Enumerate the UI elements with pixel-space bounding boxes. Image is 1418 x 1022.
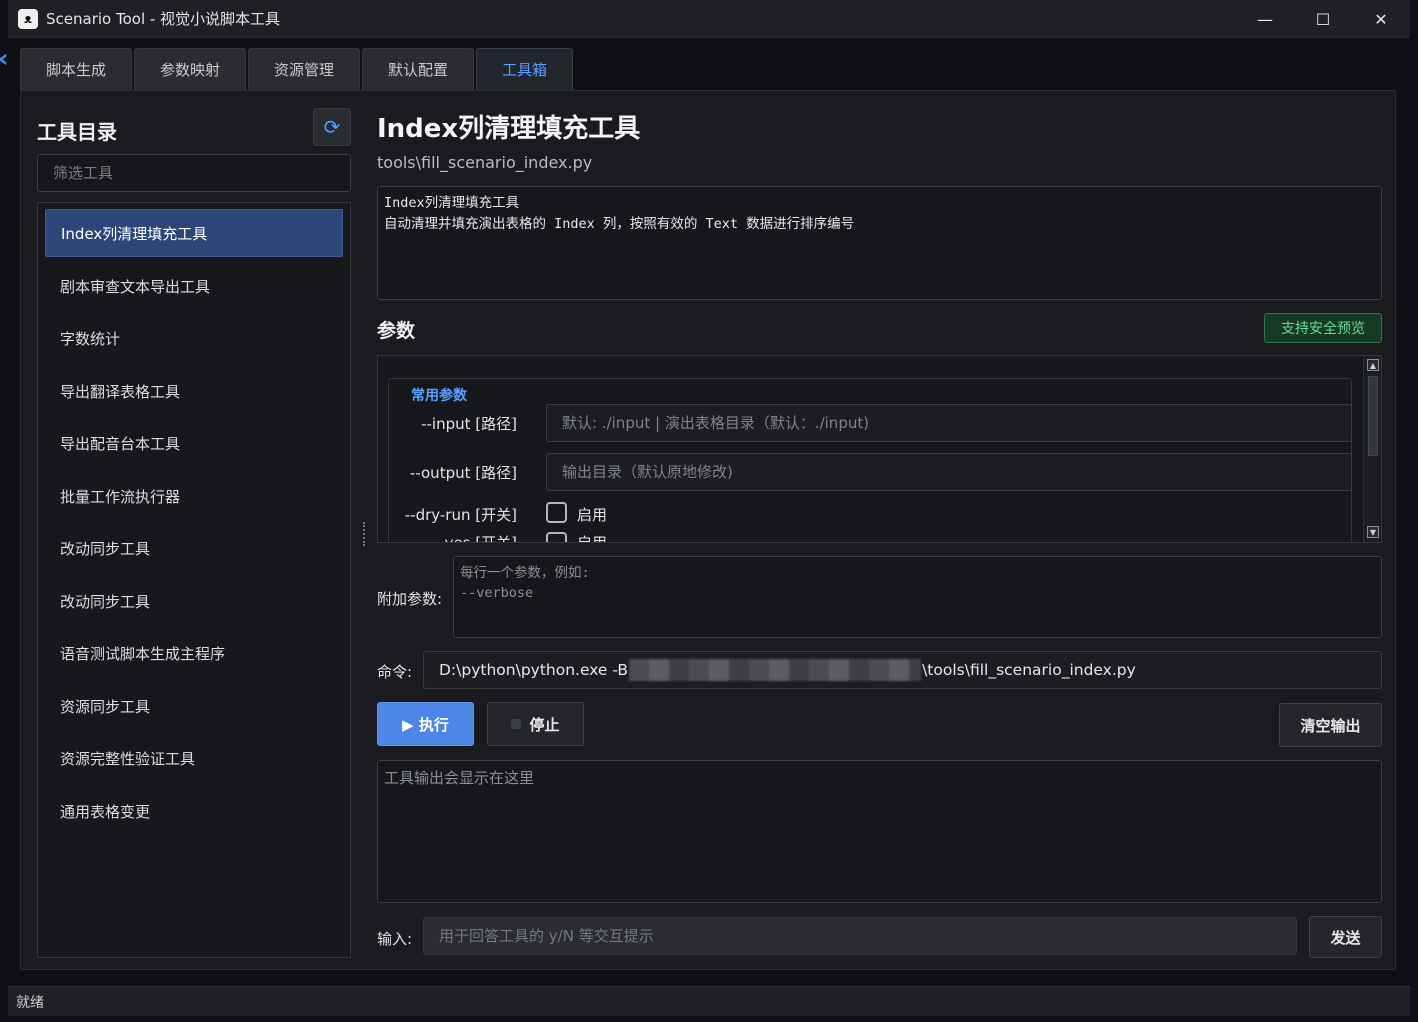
output-param-label: --output [路径]: [409, 464, 517, 482]
tool-item-index-fill[interactable]: Index列清理填充工具: [45, 209, 343, 257]
tab-resource-mgmt[interactable]: 资源管理: [248, 48, 361, 90]
tool-title: Index列清理填充工具: [377, 114, 641, 144]
minimize-button[interactable]: —: [1236, 0, 1294, 38]
yes-checkbox[interactable]: [546, 532, 567, 542]
tool-directory-panel: 工具目录 ⟳ Index列清理填充工具 剧本审查文本导出工具 字数统计 导出翻译…: [37, 106, 351, 958]
scroll-down-icon[interactable]: ▼: [1367, 526, 1379, 538]
description-line-2: 自动清理并填充演出表格的 Index 列，按照有效的 Text 数据进行排序编号: [384, 216, 855, 232]
params-scroll-area[interactable]: 常用参数 --input [路径] --output [路径] --dry-ru…: [377, 355, 1382, 543]
window-title: Scenario Tool - 视觉小说脚本工具: [46, 10, 281, 28]
tool-item-change-sync-1[interactable]: 改动同步工具: [45, 524, 343, 572]
stdin-label: 输入:: [377, 930, 413, 948]
tab-script-gen[interactable]: 脚本生成: [20, 48, 133, 90]
command-field[interactable]: D:\python\python.exe -B \tools\fill_scena…: [423, 651, 1382, 689]
extra-args-label: 附加参数:: [377, 590, 443, 608]
clear-output-button[interactable]: 清空输出: [1279, 703, 1382, 747]
app-logo-icon: ᴥ: [18, 8, 38, 29]
dry-run-checkbox[interactable]: [546, 502, 567, 523]
command-prefix: D:\python\python.exe -B: [439, 661, 629, 679]
tool-item-translation-export[interactable]: 导出翻译表格工具: [45, 367, 343, 415]
window-controls: — ☐ ✕: [1236, 0, 1410, 38]
dry-run-checkbox-label: 启用: [577, 506, 608, 524]
tool-description: Index列清理填充工具 自动清理并填充演出表格的 Index 列，按照有效的 …: [377, 186, 1382, 300]
tool-item-review-export[interactable]: 剧本审查文本导出工具: [45, 262, 343, 310]
stop-button[interactable]: 停止: [487, 702, 584, 746]
chevron-left-icon[interactable]: ‹: [0, 44, 9, 74]
scroll-up-icon[interactable]: ▲: [1367, 359, 1379, 371]
stdin-input[interactable]: [423, 917, 1297, 955]
tool-item-table-change[interactable]: 通用表格变更: [45, 787, 343, 835]
stop-button-label: 停止: [529, 715, 560, 734]
tool-detail-panel: Index列清理填充工具 tools\fill_scenario_index.p…: [367, 106, 1382, 958]
tool-item-word-count[interactable]: 字数统计: [45, 314, 343, 362]
dry-run-param-label: --dry-run [开关]: [404, 506, 517, 524]
maximize-button[interactable]: ☐: [1294, 0, 1352, 38]
extra-args-textarea[interactable]: [453, 556, 1382, 638]
params-title: 参数: [377, 320, 416, 342]
input-path-field[interactable]: [546, 404, 1352, 442]
close-button[interactable]: ✕: [1352, 0, 1410, 38]
refresh-icon: ⟳: [323, 115, 341, 139]
common-params-group: 常用参数 --input [路径] --output [路径] --dry-ru…: [388, 378, 1352, 543]
description-line-1: Index列清理填充工具: [384, 195, 520, 211]
tool-path: tools\fill_scenario_index.py: [377, 153, 593, 172]
common-params-legend: 常用参数: [403, 385, 475, 405]
tool-filter-input[interactable]: [37, 154, 351, 192]
scrollbar-thumb[interactable]: [1368, 376, 1378, 456]
tool-item-resource-verify[interactable]: 资源完整性验证工具: [45, 734, 343, 782]
refresh-button[interactable]: ⟳: [313, 108, 351, 146]
tab-param-mapping[interactable]: 参数映射: [134, 48, 247, 90]
safe-preview-badge: 支持安全预览: [1264, 313, 1382, 343]
tool-item-voice-script-export[interactable]: 导出配音台本工具: [45, 419, 343, 467]
status-bar: 就绪: [8, 986, 1410, 1016]
tool-item-change-sync-2[interactable]: 改动同步工具: [45, 577, 343, 625]
output-path-field[interactable]: [546, 453, 1352, 491]
yes-checkbox-label: 启用: [577, 534, 608, 543]
title-bar: ᴥ Scenario Tool - 视觉小说脚本工具 — ☐ ✕: [8, 0, 1410, 38]
tab-default-config[interactable]: 默认配置: [362, 48, 475, 90]
tool-item-batch-workflow[interactable]: 批量工作流执行器: [45, 472, 343, 520]
yes-param-label: --yes [开关]: [434, 534, 517, 543]
run-button[interactable]: ▶ 执行: [377, 702, 474, 746]
tab-bar: 脚本生成 参数映射 资源管理 默认配置 工具箱: [20, 48, 574, 90]
status-text: 就绪: [16, 994, 44, 1011]
send-button[interactable]: 发送: [1309, 916, 1382, 958]
redacted-path: [629, 659, 922, 681]
tool-directory-title: 工具目录: [37, 120, 117, 144]
tool-item-resource-sync[interactable]: 资源同步工具: [45, 682, 343, 730]
input-param-label: --input [路径]: [421, 415, 517, 433]
tool-item-voice-test-gen[interactable]: 语音测试脚本生成主程序: [45, 629, 343, 677]
tool-output-area[interactable]: [377, 760, 1382, 903]
command-label: 命令:: [377, 663, 413, 681]
command-suffix: \tools\fill_scenario_index.py: [922, 661, 1136, 679]
tab-toolbox[interactable]: 工具箱: [476, 48, 574, 90]
params-scrollbar[interactable]: ▲ ▼: [1363, 356, 1381, 542]
stop-icon: [511, 719, 522, 729]
tool-list: Index列清理填充工具 剧本审查文本导出工具 字数统计 导出翻译表格工具 导出…: [37, 202, 351, 958]
